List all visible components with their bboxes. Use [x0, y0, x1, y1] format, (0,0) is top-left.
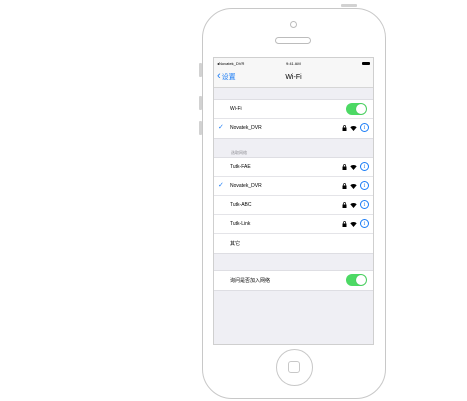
list-item[interactable]: Tutk-Link i [214, 215, 373, 234]
list-item[interactable]: Tutk-FAE i [214, 158, 373, 177]
wifi-signal-icon [350, 164, 357, 170]
choose-network-header: 选取网络 [231, 150, 247, 155]
list-item[interactable]: ✓ Novatek_DVR i [214, 177, 373, 196]
power-button [341, 4, 357, 7]
connected-network-row[interactable]: ✓ Novatek_DVR i [214, 119, 373, 138]
home-button[interactable] [276, 349, 313, 386]
info-icon[interactable]: i [360, 219, 369, 228]
wifi-signal-icon [350, 183, 357, 189]
status-carrier: ◂Novatek_DVR [217, 61, 245, 66]
ask-join-label: 询问是否加入网络 [230, 278, 271, 284]
status-bar: ◂Novatek_DVR 9:41 AM [214, 58, 373, 69]
other-network-row[interactable]: 其它 [214, 234, 373, 253]
lock-icon [342, 124, 347, 131]
network-name: Tutk-Link [230, 221, 251, 227]
other-network-label: 其它 [230, 241, 241, 247]
wifi-signal-icon [350, 202, 357, 208]
network-list: Tutk-FAE i ✓ Novatek_DVR i Tutk-ABC i Tu… [214, 157, 373, 254]
network-name: Tutk-ABC [230, 202, 252, 208]
battery-icon [362, 62, 370, 65]
wifi-signal-icon [350, 221, 357, 227]
toggle-knob [356, 104, 366, 114]
network-name: Novatek_DVR [230, 125, 262, 131]
ask-join-toggle[interactable] [346, 274, 367, 286]
checkmark-icon: ✓ [218, 182, 224, 189]
navigation-bar: ‹ 设置 Wi-Fi [214, 69, 373, 88]
info-icon[interactable]: i [360, 123, 369, 132]
lock-icon [342, 163, 347, 170]
info-icon[interactable]: i [360, 162, 369, 171]
wifi-toggle[interactable] [346, 103, 367, 115]
toggle-knob [356, 275, 366, 285]
wifi-toggle-row: Wi-Fi [214, 100, 373, 119]
network-name: Novatek_DVR [230, 183, 262, 189]
info-icon[interactable]: i [360, 181, 369, 190]
info-icon[interactable]: i [360, 200, 369, 209]
checkmark-icon: ✓ [218, 124, 224, 131]
home-button-glyph [288, 361, 300, 373]
wifi-toggle-label: Wi-Fi [230, 106, 242, 112]
phone-screen: ◂Novatek_DVR 9:41 AM ‹ 设置 Wi-Fi Wi-Fi ✓ … [213, 57, 374, 345]
wifi-group: Wi-Fi ✓ Novatek_DVR i [214, 99, 373, 139]
volume-down-button [199, 121, 202, 135]
wifi-signal-icon [350, 125, 357, 131]
lock-icon [342, 220, 347, 227]
earpiece-speaker [275, 37, 311, 44]
volume-up-button [199, 96, 202, 110]
ask-join-group: 询问是否加入网络 [214, 270, 373, 291]
front-camera [290, 21, 297, 28]
ask-join-row: 询问是否加入网络 [214, 271, 373, 290]
lock-icon [342, 201, 347, 208]
network-name: Tutk-FAE [230, 164, 251, 170]
page-title: Wi-Fi [285, 74, 302, 81]
mute-switch [199, 63, 202, 77]
status-time: 9:41 AM [286, 61, 301, 66]
list-item[interactable]: Tutk-ABC i [214, 196, 373, 215]
lock-icon [342, 182, 347, 189]
